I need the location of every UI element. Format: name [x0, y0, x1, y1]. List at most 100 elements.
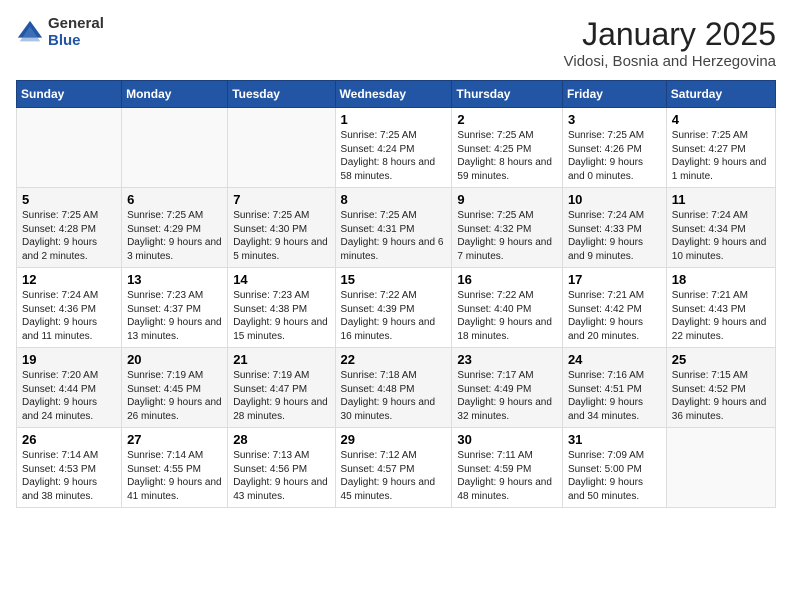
day-number: 30 [457, 432, 557, 447]
page-header: General Blue January 2025 Vidosi, Bosnia… [16, 16, 776, 70]
day-number: 9 [457, 192, 557, 207]
day-info: Sunrise: 7:19 AM Sunset: 4:45 PM Dayligh… [127, 369, 222, 423]
calendar-cell: 2 Sunrise: 7:25 AM Sunset: 4:25 PM Daylig… [452, 108, 563, 188]
calendar-cell: 17 Sunrise: 7:21 AM Sunset: 4:42 PM Dayli… [562, 268, 666, 348]
calendar-cell: 12Sunrise: 7:24 AM Sunset: 4:36 PM Dayli… [17, 268, 122, 348]
day-info: Sunrise: 7:14 AM Sunset: 4:53 PM Dayligh… [22, 449, 116, 503]
day-info: Sunrise: 7:25 AM Sunset: 4:28 PM Dayligh… [22, 209, 116, 263]
day-info: Sunrise: 7:25 AM Sunset: 4:32 PM Dayligh… [457, 209, 557, 263]
day-info: Sunrise: 7:14 AM Sunset: 4:55 PM Dayligh… [127, 449, 222, 503]
day-number: 20 [127, 352, 222, 367]
month-title: January 2025 [564, 16, 776, 53]
calendar-cell: 13 Sunrise: 7:23 AM Sunset: 4:37 PM Dayli… [122, 268, 228, 348]
day-number: 12 [22, 272, 116, 287]
calendar-cell: 10 Sunrise: 7:24 AM Sunset: 4:33 PM Dayli… [562, 188, 666, 268]
day-number: 16 [457, 272, 557, 287]
day-info: Sunrise: 7:21 AM Sunset: 4:43 PM Dayligh… [672, 289, 770, 343]
logo-general: General [48, 16, 104, 33]
header-day: Saturday [666, 81, 775, 108]
calendar-cell [666, 428, 775, 508]
day-info: Sunrise: 7:23 AM Sunset: 4:38 PM Dayligh… [233, 289, 329, 343]
day-info: Sunrise: 7:22 AM Sunset: 4:39 PM Dayligh… [341, 289, 447, 343]
logo-blue: Blue [48, 33, 104, 50]
calendar-cell [17, 108, 122, 188]
day-number: 31 [568, 432, 661, 447]
day-number: 21 [233, 352, 329, 367]
day-info: Sunrise: 7:22 AM Sunset: 4:40 PM Dayligh… [457, 289, 557, 343]
day-info: Sunrise: 7:17 AM Sunset: 4:49 PM Dayligh… [457, 369, 557, 423]
day-number: 6 [127, 192, 222, 207]
calendar-cell [228, 108, 335, 188]
calendar-cell: 5 Sunrise: 7:25 AM Sunset: 4:28 PM Daylig… [17, 188, 122, 268]
calendar-cell: 20 Sunrise: 7:19 AM Sunset: 4:45 PM Dayli… [122, 348, 228, 428]
header-day: Friday [562, 81, 666, 108]
calendar-cell: 14Sunrise: 7:23 AM Sunset: 4:38 PM Dayli… [228, 268, 335, 348]
day-info: Sunrise: 7:16 AM Sunset: 4:51 PM Dayligh… [568, 369, 661, 423]
calendar-cell: 4Sunrise: 7:25 AM Sunset: 4:27 PM Daylig… [666, 108, 775, 188]
logo: General Blue [16, 16, 104, 49]
calendar-cell: 6 Sunrise: 7:25 AM Sunset: 4:29 PM Daylig… [122, 188, 228, 268]
day-info: Sunrise: 7:24 AM Sunset: 4:34 PM Dayligh… [672, 209, 770, 263]
day-number: 25 [672, 352, 770, 367]
calendar-week-row: 26Sunrise: 7:14 AM Sunset: 4:53 PM Dayli… [17, 428, 776, 508]
calendar-cell: 25Sunrise: 7:15 AM Sunset: 4:52 PM Dayli… [666, 348, 775, 428]
day-info: Sunrise: 7:25 AM Sunset: 4:31 PM Dayligh… [341, 209, 447, 263]
calendar-body: 1Sunrise: 7:25 AM Sunset: 4:24 PM Daylig… [17, 108, 776, 508]
day-number: 1 [341, 112, 447, 127]
calendar-week-row: 12Sunrise: 7:24 AM Sunset: 4:36 PM Dayli… [17, 268, 776, 348]
day-info: Sunrise: 7:25 AM Sunset: 4:26 PM Dayligh… [568, 129, 661, 183]
day-info: Sunrise: 7:25 AM Sunset: 4:25 PM Dayligh… [457, 129, 557, 183]
calendar-cell: 29 Sunrise: 7:12 AM Sunset: 4:57 PM Dayli… [335, 428, 452, 508]
calendar-cell: 8 Sunrise: 7:25 AM Sunset: 4:31 PM Daylig… [335, 188, 452, 268]
day-number: 22 [341, 352, 447, 367]
calendar-cell: 9 Sunrise: 7:25 AM Sunset: 4:32 PM Daylig… [452, 188, 563, 268]
day-number: 24 [568, 352, 661, 367]
calendar-cell: 3 Sunrise: 7:25 AM Sunset: 4:26 PM Daylig… [562, 108, 666, 188]
calendar-cell: 27 Sunrise: 7:14 AM Sunset: 4:55 PM Dayli… [122, 428, 228, 508]
day-number: 10 [568, 192, 661, 207]
day-info: Sunrise: 7:18 AM Sunset: 4:48 PM Dayligh… [341, 369, 447, 423]
day-number: 19 [22, 352, 116, 367]
day-number: 5 [22, 192, 116, 207]
day-number: 8 [341, 192, 447, 207]
day-number: 17 [568, 272, 661, 287]
logo-text: General Blue [48, 16, 104, 49]
day-number: 3 [568, 112, 661, 127]
day-info: Sunrise: 7:21 AM Sunset: 4:42 PM Dayligh… [568, 289, 661, 343]
day-number: 13 [127, 272, 222, 287]
calendar-cell: 31 Sunrise: 7:09 AM Sunset: 5:00 PM Dayli… [562, 428, 666, 508]
day-number: 2 [457, 112, 557, 127]
calendar-week-row: 1Sunrise: 7:25 AM Sunset: 4:24 PM Daylig… [17, 108, 776, 188]
header-day: Tuesday [228, 81, 335, 108]
calendar-cell: 22 Sunrise: 7:18 AM Sunset: 4:48 PM Dayli… [335, 348, 452, 428]
day-info: Sunrise: 7:09 AM Sunset: 5:00 PM Dayligh… [568, 449, 661, 503]
calendar-week-row: 5 Sunrise: 7:25 AM Sunset: 4:28 PM Daylig… [17, 188, 776, 268]
calendar-cell: 11 Sunrise: 7:24 AM Sunset: 4:34 PM Dayli… [666, 188, 775, 268]
calendar-cell: 26Sunrise: 7:14 AM Sunset: 4:53 PM Dayli… [17, 428, 122, 508]
day-info: Sunrise: 7:13 AM Sunset: 4:56 PM Dayligh… [233, 449, 329, 503]
day-info: Sunrise: 7:12 AM Sunset: 4:57 PM Dayligh… [341, 449, 447, 503]
calendar-cell: 30 Sunrise: 7:11 AM Sunset: 4:59 PM Dayli… [452, 428, 563, 508]
day-info: Sunrise: 7:24 AM Sunset: 4:33 PM Dayligh… [568, 209, 661, 263]
day-number: 11 [672, 192, 770, 207]
day-info: Sunrise: 7:25 AM Sunset: 4:29 PM Dayligh… [127, 209, 222, 263]
day-number: 28 [233, 432, 329, 447]
calendar-cell: 18 Sunrise: 7:21 AM Sunset: 4:43 PM Dayli… [666, 268, 775, 348]
day-number: 27 [127, 432, 222, 447]
title-block: January 2025 Vidosi, Bosnia and Herzegov… [564, 16, 776, 70]
day-info: Sunrise: 7:25 AM Sunset: 4:27 PM Dayligh… [672, 129, 770, 183]
calendar-table: SundayMondayTuesdayWednesdayThursdayFrid… [16, 80, 776, 508]
day-info: Sunrise: 7:23 AM Sunset: 4:37 PM Dayligh… [127, 289, 222, 343]
day-info: Sunrise: 7:11 AM Sunset: 4:59 PM Dayligh… [457, 449, 557, 503]
calendar-cell: 24 Sunrise: 7:16 AM Sunset: 4:51 PM Dayli… [562, 348, 666, 428]
calendar-cell: 16 Sunrise: 7:22 AM Sunset: 4:40 PM Dayli… [452, 268, 563, 348]
calendar-cell: 7Sunrise: 7:25 AM Sunset: 4:30 PM Daylig… [228, 188, 335, 268]
day-number: 15 [341, 272, 447, 287]
calendar-header: SundayMondayTuesdayWednesdayThursdayFrid… [17, 81, 776, 108]
day-number: 18 [672, 272, 770, 287]
day-number: 29 [341, 432, 447, 447]
calendar-cell: 15 Sunrise: 7:22 AM Sunset: 4:39 PM Dayli… [335, 268, 452, 348]
day-number: 23 [457, 352, 557, 367]
header-day: Monday [122, 81, 228, 108]
calendar-cell [122, 108, 228, 188]
